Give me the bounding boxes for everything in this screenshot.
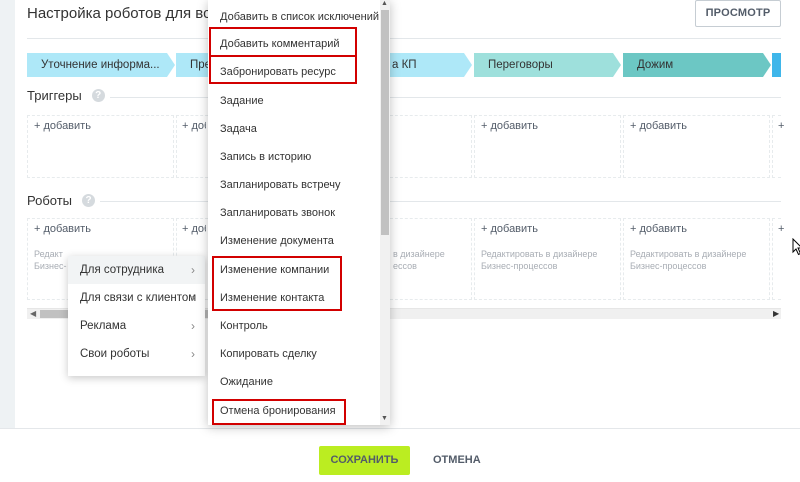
dropdown-item[interactable]: Ожидание — [208, 368, 380, 396]
add-robot-link[interactable]: + добавить — [34, 223, 91, 235]
menu-item-client-communication[interactable]: Для связи с клиентом › — [68, 284, 205, 312]
dropdown-item[interactable]: Копировать сделку — [208, 340, 380, 368]
add-trigger-link[interactable]: + добавить — [778, 120, 784, 132]
menu-item-for-employee[interactable]: Для сотрудника › — [68, 256, 205, 284]
robots-label: Роботы — [27, 193, 73, 208]
add-robot-link[interactable]: + добавить — [481, 223, 538, 235]
chevron-right-icon: › — [191, 263, 195, 277]
stage-clarification[interactable]: Уточнение информа... — [27, 53, 175, 77]
dropdown-item[interactable]: Задача — [208, 115, 380, 143]
add-robot-link[interactable]: + добавить — [778, 223, 784, 235]
add-robot-link[interactable]: + добавить — [630, 223, 687, 235]
hint-line: Редакт — [34, 249, 63, 259]
dropdown-item[interactable]: Задание — [208, 87, 380, 115]
dropdown-item[interactable]: Изменение контакта — [208, 284, 380, 312]
stage-negotiations[interactable]: Переговоры — [474, 53, 621, 77]
chevron-right-icon: › — [191, 291, 195, 305]
scroll-down-icon[interactable]: ▼ — [381, 415, 388, 422]
stage-kp[interactable]: а КП — [380, 53, 472, 77]
add-trigger-link[interactable]: + добавить — [182, 120, 206, 132]
hint-line: Бизнес-процессов — [630, 261, 707, 271]
robot-designer-hint[interactable]: Редактировать в дизайнере Бизнес-процесс… — [481, 248, 597, 272]
add-robot-link[interactable]: + добавить — [182, 223, 206, 235]
chevron-right-icon: › — [191, 319, 195, 333]
dropdown-item[interactable]: Контроль — [208, 312, 380, 340]
robot-designer-hint[interactable]: Редакт Бизнес- — [34, 248, 67, 272]
triggers-title: Триггеры ? — [27, 88, 105, 103]
menu-item-label: Для связи с клиентом — [80, 292, 197, 304]
robot-designer-hint[interactable]: в дизайнере ессов — [393, 248, 471, 272]
dropdown-item[interactable]: Забронировать ресурс — [208, 58, 380, 86]
robot-designer-hint[interactable]: Редактировать в дизайнере Бизнес-процесс… — [630, 248, 746, 272]
dropdown-item[interactable]: Изменение компании — [208, 256, 380, 284]
dropdown-item[interactable]: Добавить в список исключений — [208, 3, 380, 31]
mouse-cursor-icon — [792, 238, 800, 256]
scroll-up-icon[interactable]: ▲ — [381, 0, 388, 7]
preview-button[interactable]: ПРОСМОТР — [695, 0, 781, 27]
dropdown-item[interactable]: Запись в историю — [208, 143, 380, 171]
dropdown-item[interactable]: Отмена бронирования — [208, 397, 380, 425]
hint-line: Бизнес- — [34, 261, 67, 271]
robot-list-dropdown: Добавить в список исключений Добавить ко… — [208, 0, 390, 425]
stage-next[interactable] — [772, 53, 781, 77]
add-trigger-link[interactable]: + добавить — [34, 120, 91, 132]
robots-divider — [100, 201, 781, 202]
dropdown-item[interactable]: Запланировать встречу — [208, 171, 380, 199]
trigger-column — [390, 115, 472, 178]
hint-line: ессов — [393, 261, 417, 271]
chevron-right-icon: › — [191, 347, 195, 361]
triggers-label: Триггеры — [27, 88, 82, 103]
scroll-left-icon[interactable]: ◀ — [30, 309, 36, 318]
hint-line: Бизнес-процессов — [481, 261, 558, 271]
robots-title: Роботы ? — [27, 193, 96, 208]
help-icon[interactable]: ? — [82, 194, 96, 207]
hint-line: в дизайнере — [393, 249, 445, 259]
add-trigger-link[interactable]: + добавить — [630, 120, 687, 132]
menu-item-custom-robots[interactable]: Свои роботы › — [68, 340, 205, 368]
save-button[interactable]: СОХРАНИТЬ — [319, 446, 410, 475]
title-divider — [27, 38, 781, 39]
robot-category-menu: Для сотрудника › Для связи с клиентом › … — [68, 256, 205, 376]
hint-line: Редактировать в дизайнере — [481, 249, 598, 259]
menu-item-advertising[interactable]: Реклама › — [68, 312, 205, 340]
menu-item-label: Реклама — [80, 320, 127, 332]
add-trigger-link[interactable]: + добавить — [481, 120, 538, 132]
dropdown-item[interactable]: Запланировать звонок — [208, 199, 380, 227]
menu-item-label: Свои роботы — [80, 348, 150, 360]
stage-final-push[interactable]: Дожим — [623, 53, 771, 77]
page-title: Настройка роботов для всех с — [27, 5, 238, 22]
menu-item-label: Для сотрудника — [80, 264, 165, 276]
dropdown-item[interactable]: Добавить комментарий — [208, 30, 380, 58]
scroll-right-icon[interactable]: ▶ — [773, 309, 779, 318]
dropdown-scrollbar-thumb[interactable] — [381, 10, 389, 235]
hint-line: Редактировать в дизайнере — [630, 249, 747, 259]
cancel-button[interactable]: ОТМЕНА — [433, 446, 481, 475]
dropdown-item[interactable]: Изменение документа — [208, 227, 380, 255]
help-icon[interactable]: ? — [91, 89, 105, 102]
